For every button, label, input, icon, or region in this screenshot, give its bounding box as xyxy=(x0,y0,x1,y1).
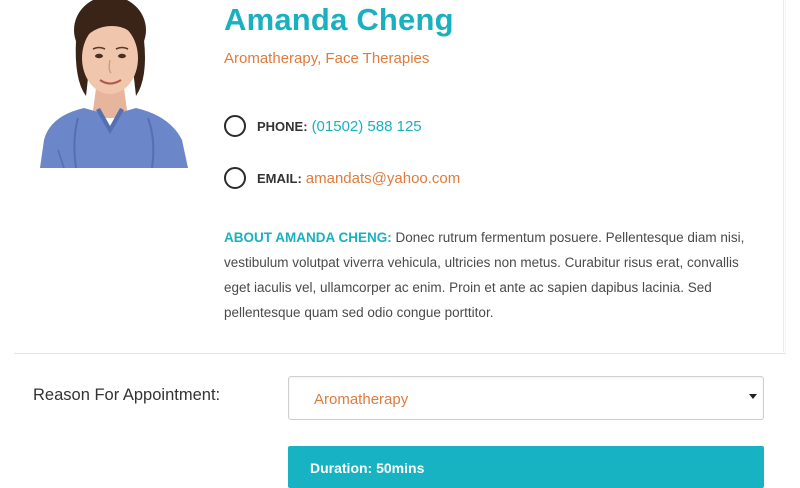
caret-down-icon[interactable] xyxy=(749,394,757,399)
reason-label: Reason For Appointment: xyxy=(33,386,221,404)
about-section: ABOUT AMANDA CHENG: Donec rutrum ferment… xyxy=(224,225,768,325)
email-circle-icon xyxy=(224,167,246,189)
phone-label: PHONE: xyxy=(257,118,308,134)
therapist-specialties: Aromatherapy, Face Therapies xyxy=(224,50,430,67)
duration-text: Duration: 50mins xyxy=(310,460,425,476)
section-divider xyxy=(14,353,786,354)
panel-edge xyxy=(783,0,784,352)
panel-edge-shadow xyxy=(785,0,786,352)
email-row: EMAIL: amandats@yahoo.com xyxy=(224,165,460,191)
phone-circle-icon xyxy=(224,115,246,137)
reason-select[interactable]: Aromatherapy xyxy=(288,376,764,420)
reason-selected-value: Aromatherapy xyxy=(314,391,409,408)
phone-row: PHONE: (01502) 588 125 xyxy=(224,113,422,139)
duration-bar: Duration: 50mins xyxy=(288,446,764,488)
email-link[interactable]: amandats@yahoo.com xyxy=(306,170,460,187)
about-heading: ABOUT AMANDA CHENG: xyxy=(224,230,392,245)
email-label: EMAIL: xyxy=(257,170,302,186)
therapist-photo xyxy=(38,0,190,168)
therapist-name: Amanda Cheng xyxy=(224,2,454,37)
phone-link[interactable]: (01502) 588 125 xyxy=(312,118,422,135)
